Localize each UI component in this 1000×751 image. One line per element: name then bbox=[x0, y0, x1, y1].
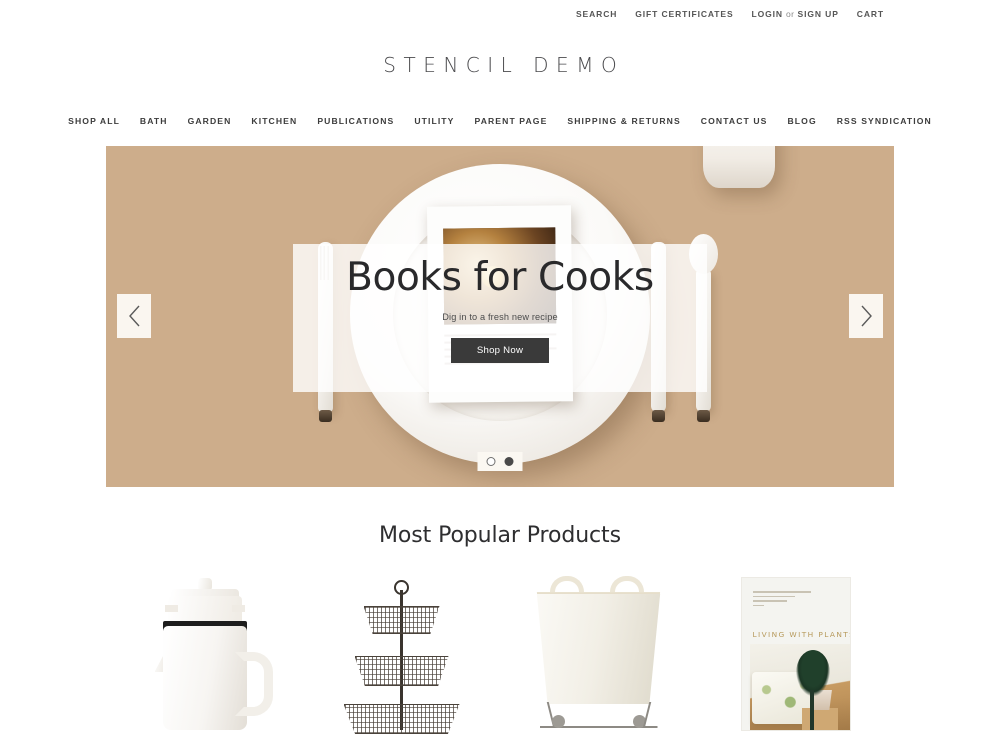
nav-item-garden[interactable]: GARDEN bbox=[178, 116, 242, 126]
product-card-coffee-press[interactable] bbox=[106, 570, 303, 730]
book-cover-title: LIVING WITH PLANTS bbox=[752, 630, 850, 639]
living-with-plants-book-image: LIVING WITH PLANTS bbox=[741, 578, 850, 730]
chevron-left-icon bbox=[128, 305, 141, 327]
coffee-press-image bbox=[141, 578, 273, 730]
carousel-dot-2[interactable] bbox=[504, 457, 514, 466]
canvas-laundry-cart-image bbox=[524, 576, 674, 730]
nav-item-blog[interactable]: BLOG bbox=[778, 116, 827, 126]
main-navigation: SHOP ALL BATH GARDEN KITCHEN PUBLICATION… bbox=[0, 102, 1000, 140]
book-cover-photo bbox=[749, 644, 850, 730]
header-logo-area: STENCIL DEMO bbox=[0, 28, 1000, 102]
nav-list: SHOP ALL BATH GARDEN KITCHEN PUBLICATION… bbox=[54, 116, 946, 126]
cup-image bbox=[703, 146, 775, 188]
hero-carousel: Books for Cooks Dig in to a fresh new re… bbox=[106, 146, 894, 487]
carousel-dot-1[interactable] bbox=[486, 457, 496, 466]
nav-item-contact-us[interactable]: CONTACT US bbox=[691, 116, 778, 126]
shop-now-button[interactable]: Shop Now bbox=[450, 338, 550, 364]
carousel-pagination bbox=[477, 452, 523, 471]
carousel-prev-button[interactable] bbox=[117, 294, 151, 338]
nav-item-shipping-returns[interactable]: SHIPPING & RETURNS bbox=[557, 116, 690, 126]
login-or-separator: or bbox=[785, 9, 795, 19]
chevron-right-icon bbox=[860, 305, 873, 327]
utility-links: SEARCH GIFT CERTIFICATES LOGIN or SIGN U… bbox=[576, 9, 884, 19]
login-signup-group: LOGIN or SIGN UP bbox=[752, 9, 839, 19]
product-card-tiered-wire-basket-stand[interactable] bbox=[303, 570, 500, 734]
product-card-living-with-plants-book[interactable]: LIVING WITH PLANTS bbox=[697, 570, 894, 730]
hero-title: Books for Cooks bbox=[346, 255, 654, 300]
section-title-most-popular: Most Popular Products bbox=[379, 523, 621, 548]
product-card-canvas-laundry-cart[interactable] bbox=[500, 570, 697, 730]
nav-item-utility[interactable]: UTILITY bbox=[404, 116, 464, 126]
carousel-next-button[interactable] bbox=[849, 294, 883, 338]
signup-link[interactable]: SIGN UP bbox=[798, 9, 839, 19]
nav-item-parent-page[interactable]: PARENT PAGE bbox=[465, 116, 558, 126]
site-logo[interactable]: STENCIL DEMO bbox=[376, 53, 624, 77]
gift-certificates-link[interactable]: GIFT CERTIFICATES bbox=[635, 9, 733, 19]
search-link[interactable]: SEARCH bbox=[576, 9, 617, 19]
login-link[interactable]: LOGIN bbox=[752, 9, 783, 19]
nav-item-rss-syndication[interactable]: RSS SYNDICATION bbox=[827, 116, 946, 126]
book-cover-meta-lines bbox=[752, 591, 811, 609]
tiered-wire-basket-stand-image bbox=[342, 578, 462, 734]
nav-item-bath[interactable]: BATH bbox=[130, 116, 178, 126]
nav-item-shop-all[interactable]: SHOP ALL bbox=[54, 116, 130, 126]
nav-item-kitchen[interactable]: KITCHEN bbox=[241, 116, 307, 126]
product-grid: LIVING WITH PLANTS bbox=[0, 570, 1000, 734]
hero-subtitle: Dig in to a fresh new recipe bbox=[442, 312, 558, 323]
nav-item-publications[interactable]: PUBLICATIONS bbox=[307, 116, 404, 126]
hero-text-overlay: Books for Cooks Dig in to a fresh new re… bbox=[293, 244, 707, 392]
utility-bar: SEARCH GIFT CERTIFICATES LOGIN or SIGN U… bbox=[0, 0, 1000, 28]
cart-link[interactable]: CART bbox=[857, 9, 884, 19]
